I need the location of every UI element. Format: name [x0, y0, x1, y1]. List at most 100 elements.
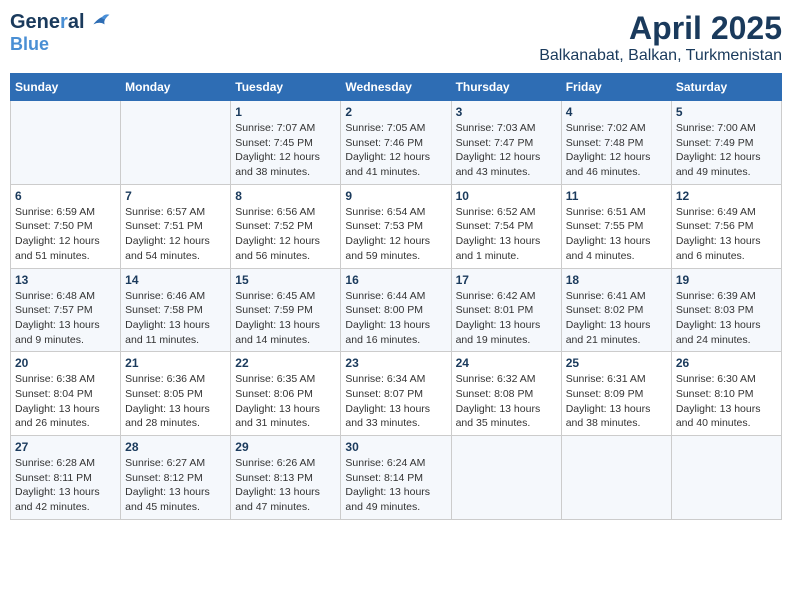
calendar-week-row: 1Sunrise: 7:07 AM Sunset: 7:45 PM Daylig…	[11, 101, 782, 185]
calendar-header-friday: Friday	[561, 74, 671, 101]
day-info: Sunrise: 6:49 AM Sunset: 7:56 PM Dayligh…	[676, 205, 777, 264]
calendar-header-saturday: Saturday	[671, 74, 781, 101]
day-number: 18	[566, 273, 667, 287]
calendar-cell: 3 Sunrise: 7:03 AM Sunset: 7:47 PM Daylig…	[451, 101, 561, 185]
day-info: Sunrise: 6:57 AM Sunset: 7:51 PM Dayligh…	[125, 205, 226, 264]
calendar-cell: 28 Sunrise: 6:27 AM Sunset: 8:12 PM Dayli…	[121, 436, 231, 520]
logo: General Blue	[10, 10, 111, 55]
day-number: 26	[676, 356, 777, 370]
calendar-cell: 7 Sunrise: 6:57 AM Sunset: 7:51 PM Daylig…	[121, 184, 231, 268]
day-info: Sunrise: 6:24 AM Sunset: 8:14 PM Dayligh…	[345, 456, 446, 515]
calendar-cell: 2 Sunrise: 7:05 AM Sunset: 7:46 PM Daylig…	[341, 101, 451, 185]
calendar-week-row: 20Sunrise: 6:38 AM Sunset: 8:04 PM Dayli…	[11, 352, 782, 436]
day-info: Sunrise: 6:41 AM Sunset: 8:02 PM Dayligh…	[566, 289, 667, 348]
day-number: 8	[235, 189, 336, 203]
day-number: 9	[345, 189, 446, 203]
day-info: Sunrise: 6:56 AM Sunset: 7:52 PM Dayligh…	[235, 205, 336, 264]
day-number: 4	[566, 105, 667, 119]
logo-general-text: General	[10, 11, 85, 34]
calendar-header-wednesday: Wednesday	[341, 74, 451, 101]
calendar-cell: 6 Sunrise: 6:59 AM Sunset: 7:50 PM Daylig…	[11, 184, 121, 268]
calendar-cell: 15 Sunrise: 6:45 AM Sunset: 7:59 PM Dayli…	[231, 268, 341, 352]
calendar-cell: 5 Sunrise: 7:00 AM Sunset: 7:49 PM Daylig…	[671, 101, 781, 185]
day-number: 6	[15, 189, 116, 203]
title-block: April 2025 Balkanabat, Balkan, Turkmenis…	[539, 10, 782, 65]
day-number: 28	[125, 440, 226, 454]
calendar-cell: 16 Sunrise: 6:44 AM Sunset: 8:00 PM Dayli…	[341, 268, 451, 352]
calendar-cell: 27Sunrise: 6:28 AM Sunset: 8:11 PM Dayli…	[11, 436, 121, 520]
calendar-cell: 12Sunrise: 6:49 AM Sunset: 7:56 PM Dayli…	[671, 184, 781, 268]
calendar-cell	[561, 436, 671, 520]
day-info: Sunrise: 6:35 AM Sunset: 8:06 PM Dayligh…	[235, 372, 336, 431]
calendar-cell: 17Sunrise: 6:42 AM Sunset: 8:01 PM Dayli…	[451, 268, 561, 352]
calendar-cell: 20Sunrise: 6:38 AM Sunset: 8:04 PM Dayli…	[11, 352, 121, 436]
month-title: April 2025	[539, 10, 782, 47]
day-info: Sunrise: 6:42 AM Sunset: 8:01 PM Dayligh…	[456, 289, 557, 348]
calendar-cell: 30 Sunrise: 6:24 AM Sunset: 8:14 PM Dayli…	[341, 436, 451, 520]
calendar-cell: 24Sunrise: 6:32 AM Sunset: 8:08 PM Dayli…	[451, 352, 561, 436]
calendar-header-tuesday: Tuesday	[231, 74, 341, 101]
calendar-week-row: 6 Sunrise: 6:59 AM Sunset: 7:50 PM Daylig…	[11, 184, 782, 268]
day-info: Sunrise: 7:02 AM Sunset: 7:48 PM Dayligh…	[566, 121, 667, 180]
day-number: 22	[235, 356, 336, 370]
calendar-cell	[671, 436, 781, 520]
location-title: Balkanabat, Balkan, Turkmenistan	[539, 47, 782, 65]
calendar-cell: 14 Sunrise: 6:46 AM Sunset: 7:58 PM Dayli…	[121, 268, 231, 352]
day-number: 30	[345, 440, 446, 454]
day-number: 7	[125, 189, 226, 203]
day-number: 3	[456, 105, 557, 119]
day-info: Sunrise: 6:31 AM Sunset: 8:09 PM Dayligh…	[566, 372, 667, 431]
day-info: Sunrise: 7:03 AM Sunset: 7:47 PM Dayligh…	[456, 121, 557, 180]
day-number: 23	[345, 356, 446, 370]
calendar-cell: 19Sunrise: 6:39 AM Sunset: 8:03 PM Dayli…	[671, 268, 781, 352]
calendar-cell: 1Sunrise: 7:07 AM Sunset: 7:45 PM Daylig…	[231, 101, 341, 185]
calendar-cell: 29 Sunrise: 6:26 AM Sunset: 8:13 PM Dayli…	[231, 436, 341, 520]
day-number: 27	[15, 440, 116, 454]
calendar-header-sunday: Sunday	[11, 74, 121, 101]
day-number: 15	[235, 273, 336, 287]
day-number: 5	[676, 105, 777, 119]
day-info: Sunrise: 6:36 AM Sunset: 8:05 PM Dayligh…	[125, 372, 226, 431]
day-info: Sunrise: 6:32 AM Sunset: 8:08 PM Dayligh…	[456, 372, 557, 431]
page-header: General Blue April 2025 Balkanabat, Balk…	[10, 10, 782, 65]
logo-blue-text: Blue	[10, 34, 49, 55]
day-info: Sunrise: 6:34 AM Sunset: 8:07 PM Dayligh…	[345, 372, 446, 431]
calendar-cell: 13 Sunrise: 6:48 AM Sunset: 7:57 PM Dayli…	[11, 268, 121, 352]
calendar-cell: 26Sunrise: 6:30 AM Sunset: 8:10 PM Dayli…	[671, 352, 781, 436]
day-number: 10	[456, 189, 557, 203]
day-number: 29	[235, 440, 336, 454]
day-number: 13	[15, 273, 116, 287]
day-number: 11	[566, 189, 667, 203]
day-info: Sunrise: 6:44 AM Sunset: 8:00 PM Dayligh…	[345, 289, 446, 348]
day-number: 20	[15, 356, 116, 370]
calendar-cell: 18 Sunrise: 6:41 AM Sunset: 8:02 PM Dayli…	[561, 268, 671, 352]
day-info: Sunrise: 6:54 AM Sunset: 7:53 PM Dayligh…	[345, 205, 446, 264]
day-number: 14	[125, 273, 226, 287]
calendar-header-thursday: Thursday	[451, 74, 561, 101]
calendar-cell: 21 Sunrise: 6:36 AM Sunset: 8:05 PM Dayli…	[121, 352, 231, 436]
day-number: 2	[345, 105, 446, 119]
calendar-cell: 23 Sunrise: 6:34 AM Sunset: 8:07 PM Dayli…	[341, 352, 451, 436]
day-info: Sunrise: 6:59 AM Sunset: 7:50 PM Dayligh…	[15, 205, 116, 264]
day-number: 21	[125, 356, 226, 370]
day-info: Sunrise: 7:05 AM Sunset: 7:46 PM Dayligh…	[345, 121, 446, 180]
calendar-cell: 22 Sunrise: 6:35 AM Sunset: 8:06 PM Dayli…	[231, 352, 341, 436]
day-info: Sunrise: 6:26 AM Sunset: 8:13 PM Dayligh…	[235, 456, 336, 515]
calendar-header-monday: Monday	[121, 74, 231, 101]
calendar-cell	[121, 101, 231, 185]
calendar-cell	[451, 436, 561, 520]
day-number: 1	[235, 105, 336, 119]
day-info: Sunrise: 6:46 AM Sunset: 7:58 PM Dayligh…	[125, 289, 226, 348]
day-info: Sunrise: 6:52 AM Sunset: 7:54 PM Dayligh…	[456, 205, 557, 264]
day-info: Sunrise: 6:27 AM Sunset: 8:12 PM Dayligh…	[125, 456, 226, 515]
day-number: 25	[566, 356, 667, 370]
day-number: 16	[345, 273, 446, 287]
day-info: Sunrise: 6:48 AM Sunset: 7:57 PM Dayligh…	[15, 289, 116, 348]
day-info: Sunrise: 6:45 AM Sunset: 7:59 PM Dayligh…	[235, 289, 336, 348]
calendar-week-row: 27Sunrise: 6:28 AM Sunset: 8:11 PM Dayli…	[11, 436, 782, 520]
day-info: Sunrise: 7:00 AM Sunset: 7:49 PM Dayligh…	[676, 121, 777, 180]
day-info: Sunrise: 6:51 AM Sunset: 7:55 PM Dayligh…	[566, 205, 667, 264]
calendar-header-row: SundayMondayTuesdayWednesdayThursdayFrid…	[11, 74, 782, 101]
calendar-cell: 11 Sunrise: 6:51 AM Sunset: 7:55 PM Dayli…	[561, 184, 671, 268]
calendar-cell: 10 Sunrise: 6:52 AM Sunset: 7:54 PM Dayli…	[451, 184, 561, 268]
